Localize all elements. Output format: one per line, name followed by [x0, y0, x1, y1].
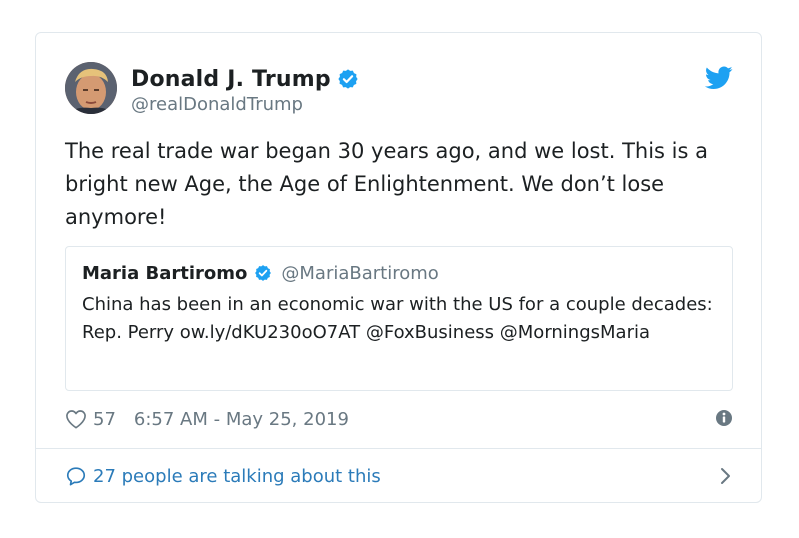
quoted-author-name: Maria Bartiromo	[82, 262, 248, 284]
info-icon[interactable]	[715, 409, 733, 427]
twitter-bird-icon[interactable]	[704, 66, 733, 90]
talking-about-link[interactable]: 27 people are talking about this	[65, 461, 733, 491]
tweet-meta: 57 6:57 AM - May 25, 2019	[65, 405, 733, 433]
chevron-right-icon	[719, 467, 733, 485]
author-display-name[interactable]: Donald J. Trump	[131, 67, 331, 92]
tweet-header: Donald J. Trump @realDonaldTrump	[65, 62, 733, 118]
like-count[interactable]: 57	[93, 409, 116, 430]
author-names: Donald J. Trump @realDonaldTrump	[131, 64, 359, 115]
footer-divider	[36, 448, 761, 449]
tweet-text: The real trade war began 30 years ago, a…	[65, 139, 708, 229]
verified-badge-icon	[254, 264, 272, 282]
tweet-card: Donald J. Trump @realDonaldTrump The rea…	[35, 32, 762, 503]
heart-icon[interactable]	[65, 409, 87, 429]
author-handle[interactable]: @realDonaldTrump	[131, 94, 359, 115]
verified-badge-icon	[337, 68, 359, 90]
quoted-tweet[interactable]: Maria Bartiromo @MariaBartiromo China ha…	[65, 246, 733, 391]
quoted-tweet-text: China has been in an economic war with t…	[82, 294, 713, 343]
display-name-row: Donald J. Trump	[131, 64, 359, 94]
tweet-timestamp[interactable]: 6:57 AM - May 25, 2019	[134, 409, 349, 430]
talking-about-label: 27 people are talking about this	[93, 465, 381, 487]
quoted-tweet-header: Maria Bartiromo @MariaBartiromo	[82, 261, 439, 285]
speech-bubble-icon	[65, 465, 87, 487]
quoted-author-handle: @MariaBartiromo	[281, 262, 439, 284]
avatar[interactable]	[65, 62, 117, 114]
